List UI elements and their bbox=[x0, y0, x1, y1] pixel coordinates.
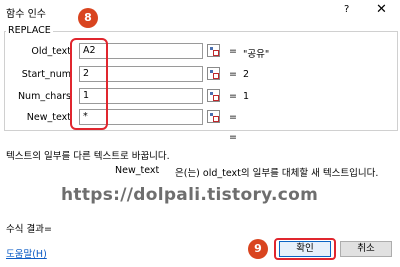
close-icon[interactable]: ✕ bbox=[376, 2, 387, 17]
num-chars-result: 1 bbox=[243, 91, 250, 102]
old-text-label: Old_text bbox=[31, 46, 71, 57]
argument-name: New_text bbox=[115, 165, 160, 176]
help-icon[interactable]: ? bbox=[344, 4, 349, 15]
function-result-equals: = bbox=[229, 132, 237, 143]
num-chars-equals: = bbox=[229, 91, 237, 102]
help-link[interactable]: 도움말(H) bbox=[6, 246, 47, 260]
new-text-equals: = bbox=[229, 112, 237, 123]
start-num-equals: = bbox=[229, 69, 237, 80]
old-text-result: "공유" bbox=[243, 49, 270, 60]
ok-button[interactable]: 확인 bbox=[279, 241, 331, 257]
title-bar: 함수 인수 ? ✕ bbox=[0, 0, 400, 23]
old-text-equals: = bbox=[229, 46, 237, 57]
formula-result-label: 수식 결과= bbox=[6, 224, 52, 235]
start-num-label: Start_num bbox=[21, 69, 71, 80]
range-select-icon[interactable] bbox=[207, 110, 220, 123]
new-text-label: New_text bbox=[26, 112, 71, 123]
function-description: 텍스트의 일부를 다른 텍스트로 바꿉니다. bbox=[6, 151, 170, 162]
argument-description: 은(는) old_text의 일부를 대체할 새 텍스트입니다. bbox=[175, 168, 379, 179]
range-select-icon[interactable] bbox=[207, 67, 220, 80]
watermark: https://dolpali.tistory.com bbox=[61, 185, 319, 205]
step-9-badge: 9 bbox=[248, 239, 268, 259]
num-chars-label: Num_chars bbox=[17, 91, 71, 102]
function-name: REPLACE bbox=[6, 25, 53, 36]
start-num-result: 2 bbox=[243, 69, 250, 80]
range-select-icon[interactable] bbox=[207, 89, 220, 102]
input-highlight-box bbox=[70, 38, 108, 130]
step-8-badge: 8 bbox=[78, 8, 98, 28]
dialog-title: 함수 인수 bbox=[6, 9, 46, 20]
range-select-icon[interactable] bbox=[207, 44, 220, 57]
cancel-button[interactable]: 취소 bbox=[340, 241, 392, 257]
